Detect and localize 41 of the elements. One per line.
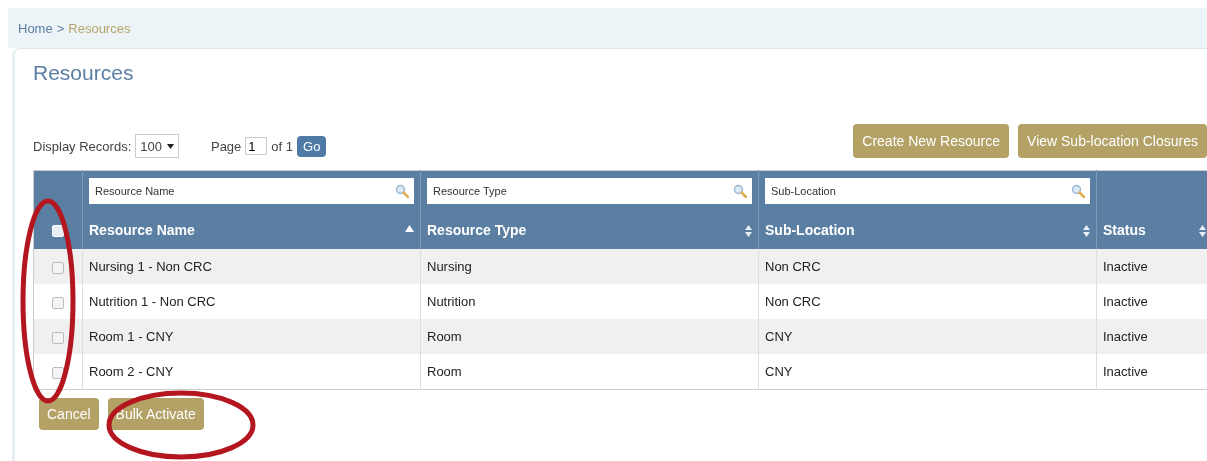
breadcrumb-link[interactable]: Resources: [68, 20, 131, 36]
breadcrumb-link[interactable]: Home: [18, 20, 53, 36]
page-input[interactable]: 1: [245, 137, 268, 155]
table-cell: CNY: [758, 354, 1097, 390]
table-cell: Inactive: [1096, 249, 1207, 284]
action-button[interactable]: Create New Resource: [853, 124, 1010, 158]
table-cell: Room 1 - CNY: [82, 319, 421, 354]
records-dropdown[interactable]: 100: [135, 134, 179, 158]
select-all-checkbox[interactable]: [52, 225, 64, 238]
table-cell: Room 2 - CNY: [82, 354, 421, 390]
column-header[interactable]: Resource Type: [420, 211, 759, 249]
table-cell: Inactive: [1096, 354, 1207, 390]
row-checkbox[interactable]: [52, 331, 64, 344]
dropdown-caret-icon: [166, 143, 174, 149]
row-checkbox[interactable]: [52, 296, 64, 309]
table-cell: Non CRC: [758, 249, 1097, 284]
column-header[interactable]: Resource Name: [82, 211, 421, 249]
go-button[interactable]: Go: [297, 135, 327, 157]
row-checkbox[interactable]: [52, 366, 64, 379]
search-icon: [395, 184, 409, 198]
filter-field[interactable]: Resource Name: [89, 178, 414, 204]
footer-button[interactable]: Cancel: [39, 398, 99, 430]
table-cell: CNY: [758, 319, 1097, 354]
display-records-label: Display Records:: [33, 138, 132, 154]
table-cell: Room: [420, 319, 759, 354]
filter-field[interactable]: Sub-Location: [765, 178, 1090, 204]
table-cell: Room: [420, 354, 759, 390]
row-checkbox[interactable]: [52, 261, 64, 274]
table-cell: Nursing: [420, 249, 759, 284]
action-button[interactable]: View Sub-location Closures: [1018, 124, 1207, 158]
page-label: Page: [210, 138, 242, 154]
breadcrumb-separator: >: [56, 20, 65, 36]
search-icon: [1071, 184, 1085, 198]
column-header[interactable]: Status: [1096, 211, 1207, 249]
search-icon: [733, 184, 747, 198]
column-header[interactable]: Sub-Location: [758, 211, 1097, 249]
table-cell: Nursing 1 - Non CRC: [82, 249, 421, 284]
page-count: of 1: [271, 138, 294, 154]
filter-field[interactable]: Resource Type: [427, 178, 752, 204]
table-cell: Inactive: [1096, 319, 1207, 354]
page-title: Resources: [33, 61, 135, 85]
